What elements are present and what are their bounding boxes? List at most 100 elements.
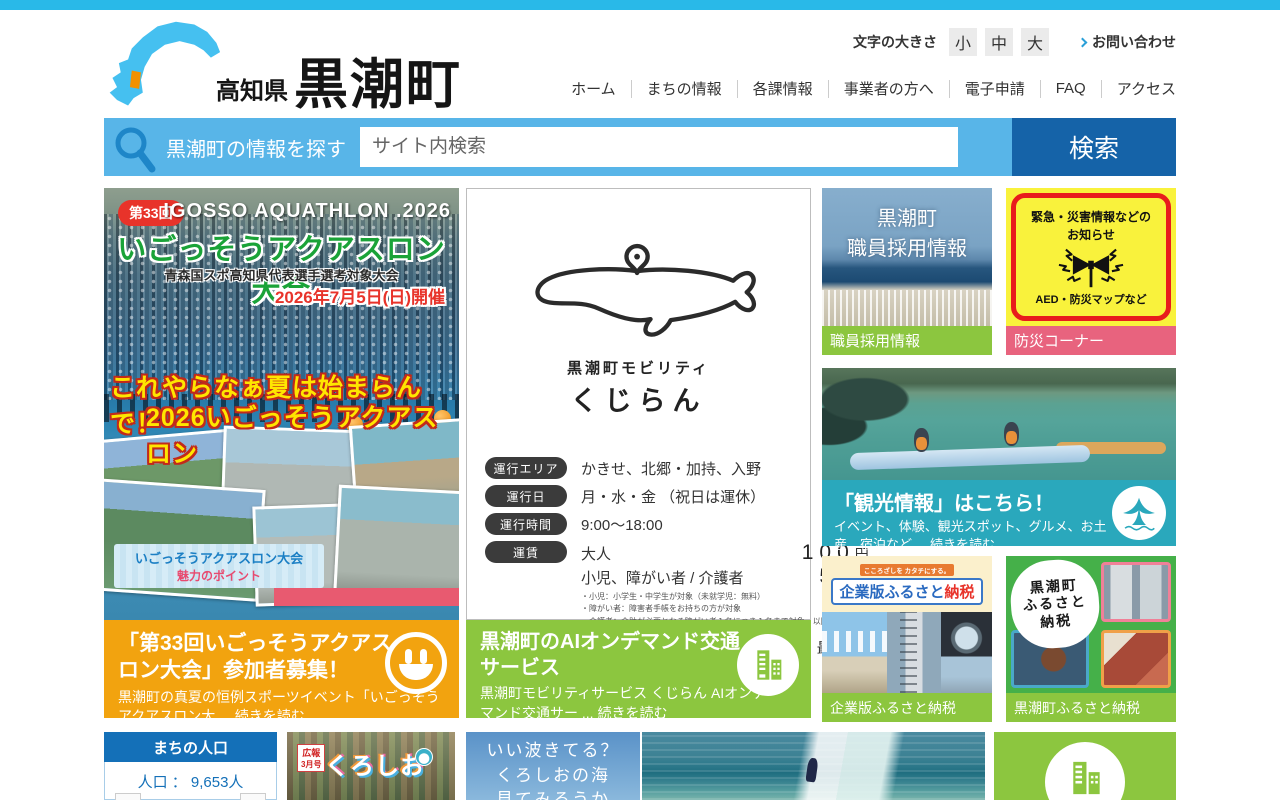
- site-logo[interactable]: 高知県 黒潮町: [106, 18, 462, 112]
- poster-photo: [333, 484, 459, 602]
- font-size-controls: 文字の大きさ 小 中 大 お問い合わせ: [853, 28, 1176, 56]
- font-size-medium-button[interactable]: 中: [985, 28, 1013, 56]
- furusato-tax-card[interactable]: 黒潮町 ふるさと 納税 黒潮町ふるさと納税: [1006, 556, 1176, 722]
- aquathlon-poster-image: 第33回 IGOSSO AQUATHLON .2026 いごっそうアクアスロン大…: [104, 188, 459, 620]
- top-accent-bar: [0, 0, 1280, 10]
- event-date: 2026年7月5日(日)開催: [274, 288, 445, 307]
- main-navigation: ホーム まちの情報 各課情報 事業者の方へ 電子申請 FAQ アクセス: [571, 78, 1176, 99]
- row-label-pill: 運行時間: [485, 513, 567, 535]
- whale-tail-icon: [1112, 486, 1166, 540]
- population-sub-box: [240, 793, 266, 800]
- life-vest-shape: [916, 437, 927, 450]
- town-name: 黒潮町: [294, 55, 462, 115]
- poster-caption-line2: 魅力のポイント: [176, 569, 261, 583]
- nav-separator: [827, 79, 829, 98]
- row-label-pill: 運賃: [485, 541, 567, 563]
- population-title: まちの人口: [104, 732, 277, 762]
- table-row: 運行エリア かきせ、北郷・加持、入野: [485, 457, 794, 479]
- search-label: 黒潮町の情報を探す: [166, 138, 346, 161]
- furusato-collage: 黒潮町 ふるさと 納税: [1006, 556, 1176, 693]
- site-search-bar: 黒潮町の情報を探す 検索: [104, 118, 1176, 176]
- tower-photo: [886, 612, 941, 693]
- mobility-banner-text: 黒潮町モビリティサービス くじらん AIオンデマンド交通サー ... 続きを読む: [480, 685, 767, 718]
- beach-flags-texture: [822, 290, 992, 326]
- font-size-label: 文字の大きさ: [853, 34, 937, 50]
- font-size-small-button[interactable]: 小: [949, 28, 977, 56]
- wave-text-line1: いい波きてる？: [486, 741, 620, 760]
- public-relations-magazine-card[interactable]: 広報 3月号 くろしお: [287, 732, 455, 800]
- beach-tshirts-photo: [822, 612, 887, 693]
- green-building-card[interactable]: [994, 732, 1176, 800]
- surfing-photo-card[interactable]: [642, 732, 985, 800]
- furusato-card-label: 黒潮町ふるさと納税: [1006, 693, 1176, 722]
- mobility-logo-line2: くじらん: [570, 386, 707, 416]
- tourism-card[interactable]: 「観光情報」はこちら！ イベント、体験、観光スポット、グルメ、お土産、宿泊など …: [822, 368, 1176, 552]
- round-window-photo: [940, 612, 992, 693]
- smiley-icon: [385, 632, 447, 694]
- nav-item-town-info[interactable]: まちの情報: [647, 78, 722, 99]
- fare-row: 運賃 大人 100 円 小児、障がい者 / 介護者 50 円: [485, 541, 869, 628]
- event-qualifier-text: 青森国スポ高知県代表選手選考対象大会: [164, 268, 399, 283]
- sea-webcam-card[interactable]: いい波きてる？ くろしおの海 見てみるうか: [466, 732, 640, 800]
- font-size-large-button[interactable]: 大: [1021, 28, 1049, 56]
- corporate-furusato-card-label: 企業版ふるさと納税: [822, 693, 992, 722]
- recruitment-card[interactable]: 黒潮町 職員採用情報 職員採用情報: [822, 188, 992, 355]
- tourism-banner: 「観光情報」はこちら！ イベント、体験、観光スポット、グルメ、お土産、宿泊など …: [822, 480, 1176, 552]
- chevron-right-icon: [1077, 37, 1088, 47]
- nav-item-home[interactable]: ホーム: [571, 78, 616, 99]
- poster-caption-line1: いごっそうアクアスロン大会: [134, 551, 304, 566]
- magazine-issue-badge: 広報 3月号: [297, 744, 326, 772]
- kuroshio-magazine-logo: くろしお: [325, 753, 425, 780]
- table-row: 運行日 月・水・金 （祝日は運休）: [485, 485, 794, 507]
- poster-caption-box: いごっそうアクアスロン大会 魅力のポイント: [114, 544, 324, 588]
- nav-separator: [630, 79, 632, 98]
- table-row: 運行時間 9:00～18:00: [485, 513, 794, 535]
- contact-link[interactable]: お問い合わせ: [1077, 32, 1176, 52]
- disaster-prevention-card[interactable]: 緊急・災害情報などの お知らせ AED・防災マップなど 防災コーナー: [1006, 188, 1176, 355]
- population-sub-box: [115, 793, 141, 800]
- magazine-logo-badge-icon: [415, 748, 433, 766]
- search-icon: [115, 127, 156, 173]
- whale-line-art-icon: [534, 243, 756, 337]
- mobility-logo-line1: 黒潮町モビリティ: [566, 360, 711, 377]
- corporate-furusato-logo-area: こころざしを カタチにする。 企業版ふるさと納税: [822, 556, 992, 612]
- event-catchphrase-line2: 2026いごっそうアクアスロン: [146, 404, 439, 468]
- row-label-pill: 運行エリア: [485, 457, 567, 479]
- nav-separator: [948, 79, 950, 98]
- nav-item-e-application[interactable]: 電子申請: [965, 78, 1025, 99]
- mobility-banner[interactable]: 黒潮町のAIオンデマンド交通サービス 黒潮町モビリティサービス くじらん AIオ…: [466, 620, 811, 718]
- corporate-furusato-tax-card[interactable]: こころざしを カタチにする。 企業版ふるさと納税 企業版ふるさと納税: [822, 556, 992, 722]
- tourism-banner-text: イベント、体験、観光スポット、グルメ、お土産、宿泊など ... 続きを読む: [834, 519, 1107, 552]
- search-button[interactable]: 検索: [1012, 118, 1176, 176]
- aquathlon-event-card[interactable]: 第33回 IGOSSO AQUATHLON .2026 いごっそうアクアスロン大…: [104, 188, 459, 718]
- mobility-banner-title: 黒潮町のAIオンデマンド交通サービス: [480, 631, 740, 679]
- mobility-service-card[interactable]: 黒潮町モビリティ くじらん 運行エリア かきせ、北郷・加持、入野 運行日 月・水…: [466, 188, 870, 718]
- contact-link-label: お問い合わせ: [1092, 34, 1176, 50]
- nav-item-faq[interactable]: FAQ: [1056, 80, 1086, 97]
- surfer-silhouette: [805, 757, 819, 783]
- search-input[interactable]: [360, 127, 958, 167]
- population-widget: まちの人口 人口 ： 9,653人: [104, 732, 277, 800]
- wave-text-line2: くろしおの海: [496, 765, 610, 785]
- corporate-furusato-photos: [822, 612, 992, 693]
- disaster-prevention-card-label: 防災コーナー: [1006, 326, 1176, 355]
- mobility-flyer: 黒潮町モビリティ くじらん 運行エリア かきせ、北郷・加持、入野 運行日 月・水…: [466, 188, 870, 659]
- alert-frame: 緊急・災害情報などの お知らせ AED・防災マップなど: [1011, 193, 1171, 321]
- poster-pink-strip: [274, 588, 459, 606]
- population-value-row: 人口 ： 9,653人: [104, 762, 277, 800]
- building-icon: [1045, 742, 1125, 800]
- aquathlon-banner[interactable]: 「第33回いごっそうアクアスロン大会」参加者募集！ 黒潮町の真夏の恒例スポーツイ…: [104, 620, 459, 718]
- aquathlon-banner-title: 「第33回いごっそうアクアスロン大会」参加者募集！: [118, 632, 393, 683]
- kuroshio-town-homepage: 高知県 黒潮町 文字の大きさ 小 中 大 お問い合わせ ホーム まちの情報 各課…: [0, 0, 1280, 800]
- nav-item-business[interactable]: 事業者の方へ: [844, 78, 934, 99]
- recruitment-image: 黒潮町 職員採用情報: [822, 188, 992, 326]
- recruitment-image-text: 黒潮町 職員採用情報: [847, 208, 967, 260]
- corporate-furusato-logo: 企業版ふるさと納税: [831, 577, 983, 605]
- bonito-tataki-photo: [1101, 630, 1171, 688]
- recruitment-card-label: 職員採用情報: [822, 326, 992, 355]
- nav-item-access[interactable]: アクセス: [1117, 78, 1176, 99]
- event-title-english: IGOSSO AQUATHLON .2026: [163, 200, 451, 222]
- canned-goods-photo: [1101, 562, 1171, 622]
- corporate-furusato-tagline: こころざしを カタチにする。: [859, 563, 955, 576]
- nav-item-departments[interactable]: 各課情報: [753, 78, 813, 99]
